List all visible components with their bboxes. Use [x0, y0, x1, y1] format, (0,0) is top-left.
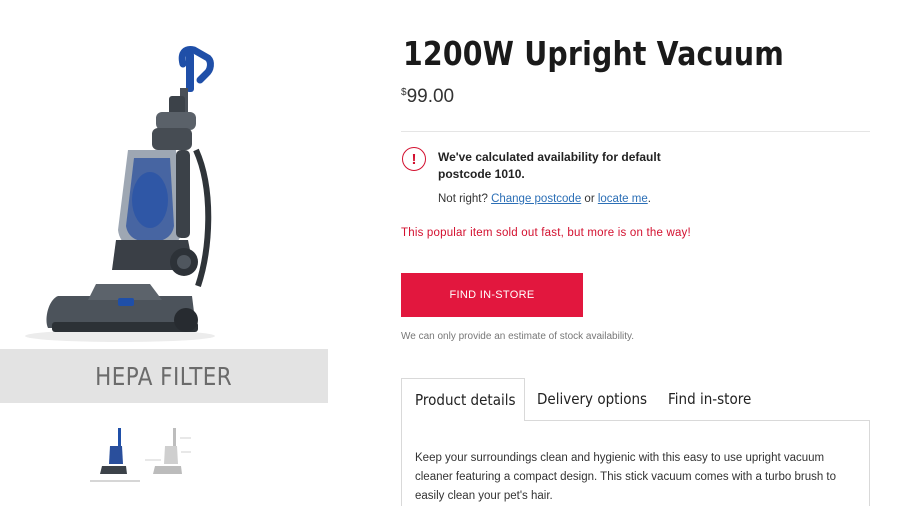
product-description: Keep your surroundings clean and hygieni… [401, 420, 870, 506]
hepa-filter-label: HEPA FILTER [95, 361, 233, 391]
sold-out-message: This popular item sold out fast, but mor… [401, 227, 691, 239]
price-amount: 99.00 [406, 86, 455, 107]
period-text: . [647, 193, 651, 205]
change-postcode-link[interactable]: Change postcode [491, 193, 581, 205]
tab-delivery-options[interactable]: Delivery options [537, 378, 659, 420]
postcode-line: Not right? Change postcode or locate me. [438, 193, 651, 205]
stock-estimate-note: We can only provide an estimate of stock… [401, 331, 635, 342]
not-right-text: Not right? [438, 193, 488, 205]
product-thumbnail-1[interactable] [90, 424, 140, 482]
product-tabs: Product details Delivery options Find in… [401, 378, 870, 421]
find-in-store-button[interactable]: FIND IN-STORE [401, 273, 583, 317]
product-main-image [0, 0, 330, 345]
tab-find-in-store[interactable]: Find in-store [668, 378, 761, 420]
product-title: 1200W Upright Vacuum [403, 34, 785, 73]
availability-message: We've calculated availability for defaul… [438, 150, 661, 181]
product-price: $99.00 [401, 86, 454, 108]
tab-product-details[interactable]: Product details [401, 378, 525, 421]
hepa-filter-banner: HEPA FILTER [0, 349, 328, 403]
price-currency: $ [401, 87, 407, 98]
or-text: or [584, 193, 595, 205]
locate-me-link[interactable]: locate me [598, 193, 648, 205]
exclamation-circle-icon: ! [402, 147, 426, 171]
divider [401, 131, 870, 132]
product-thumbnail-2[interactable] [143, 424, 193, 482]
